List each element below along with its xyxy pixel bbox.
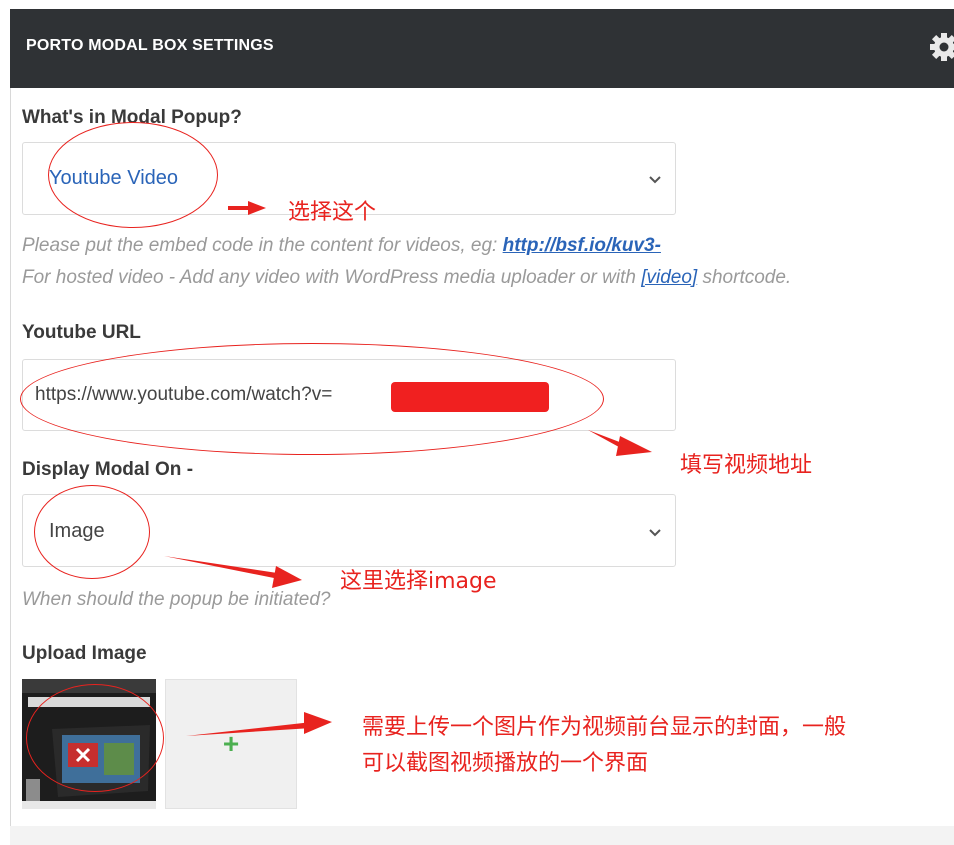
annotation-upload-note-2: 可以截图视频播放的一个界面 [362, 751, 649, 776]
annotation-upload-note-1: 需要上传一个图片作为视频前台显示的封面，一般 [362, 715, 847, 740]
annotation-fill-url: 填写视频地址 [680, 453, 813, 478]
annotation-select-this: 选择这个 [288, 200, 377, 225]
annotation-select-image: 这里选择image [340, 569, 497, 594]
